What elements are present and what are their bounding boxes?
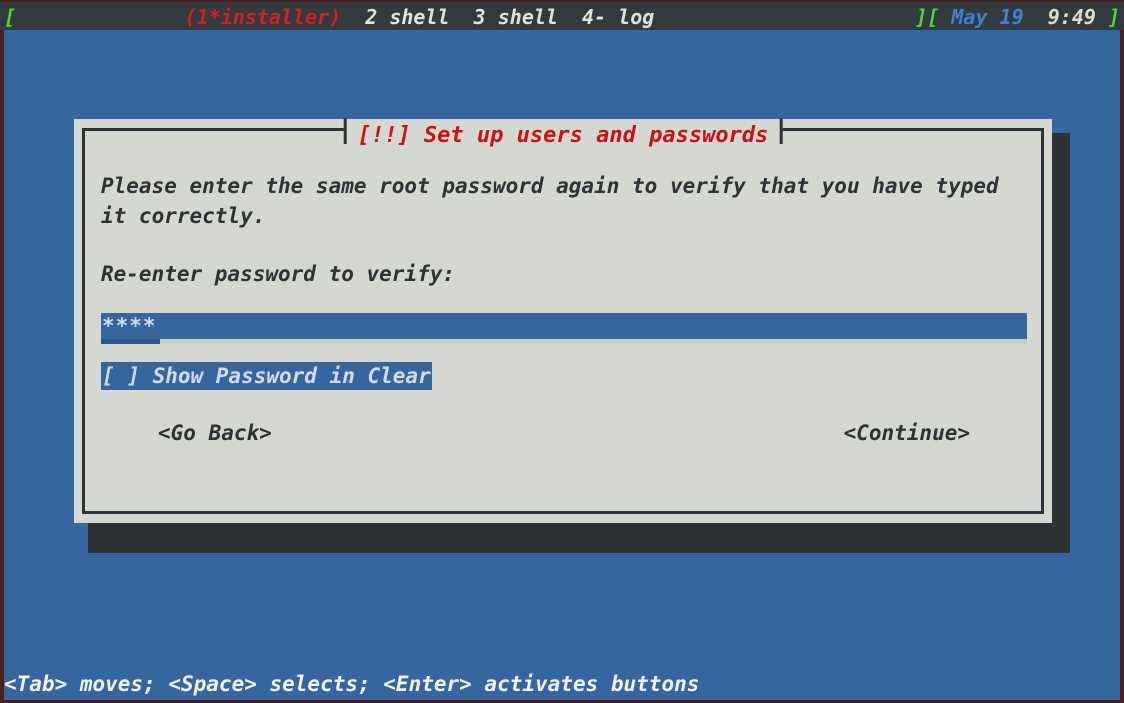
status-date: May 19 [951,5,1024,29]
status-gap-3 [558,5,582,29]
continue-button[interactable]: <Continue> [844,418,970,448]
tmux-window-active[interactable]: (1*installer) [185,5,342,29]
tmux-window-4[interactable]: 4- log [582,5,654,29]
dialog-body: Please enter the same root password agai… [101,171,1028,511]
status-time: 9:49 [1047,5,1096,29]
tmux-window-2[interactable]: 2 shell [365,5,449,29]
password-field-row[interactable]: **** [101,313,1027,344]
password-input[interactable]: **** [101,313,1027,339]
tmux-status-bar: [ (1*installer) 2 shell 3 shell 4- log ]… [0,0,1124,30]
terminal-screen: [ (1*installer) 2 shell 3 shell 4- log ]… [0,0,1124,703]
password-scroll-track [101,339,1027,344]
status-left-bracket: [ [4,5,17,29]
tmux-window-3[interactable]: 3 shell [474,5,558,29]
help-line: <Tab> moves; <Space> selects; <Enter> ac… [4,672,700,696]
tmux-status-left: [ (1*installer) 2 shell 3 shell 4- log [4,2,654,30]
installer-dialog: [!!] Set up users and passwords Please e… [74,118,1052,523]
tmux-status-right: ][ May 19 9:49 ] [915,2,1120,30]
show-password-checkbox[interactable]: [ ] Show Password in Clear [101,362,432,390]
status-gap-4 [939,5,951,29]
status-right-bracket: ] [1107,5,1120,29]
go-back-button[interactable]: <Go Back> [158,418,272,448]
dialog-title: [!!] Set up users and passwords [343,118,783,149]
status-gap-1 [341,5,365,29]
pane-border-left [0,30,4,703]
dialog-button-row: <Go Back> <Continue> [101,418,1027,448]
status-gap-6 [1096,5,1108,29]
status-gap-2 [450,5,474,29]
status-gap-5 [1024,5,1048,29]
pane-border-right [1120,30,1124,703]
dialog-paragraph: Please enter the same root password agai… [101,174,999,228]
status-left-gap [16,5,185,29]
password-scroll-thumb [101,339,160,344]
status-right-brackets: ][ [915,5,940,29]
password-field-label: Re-enter password to verify: [101,262,456,286]
